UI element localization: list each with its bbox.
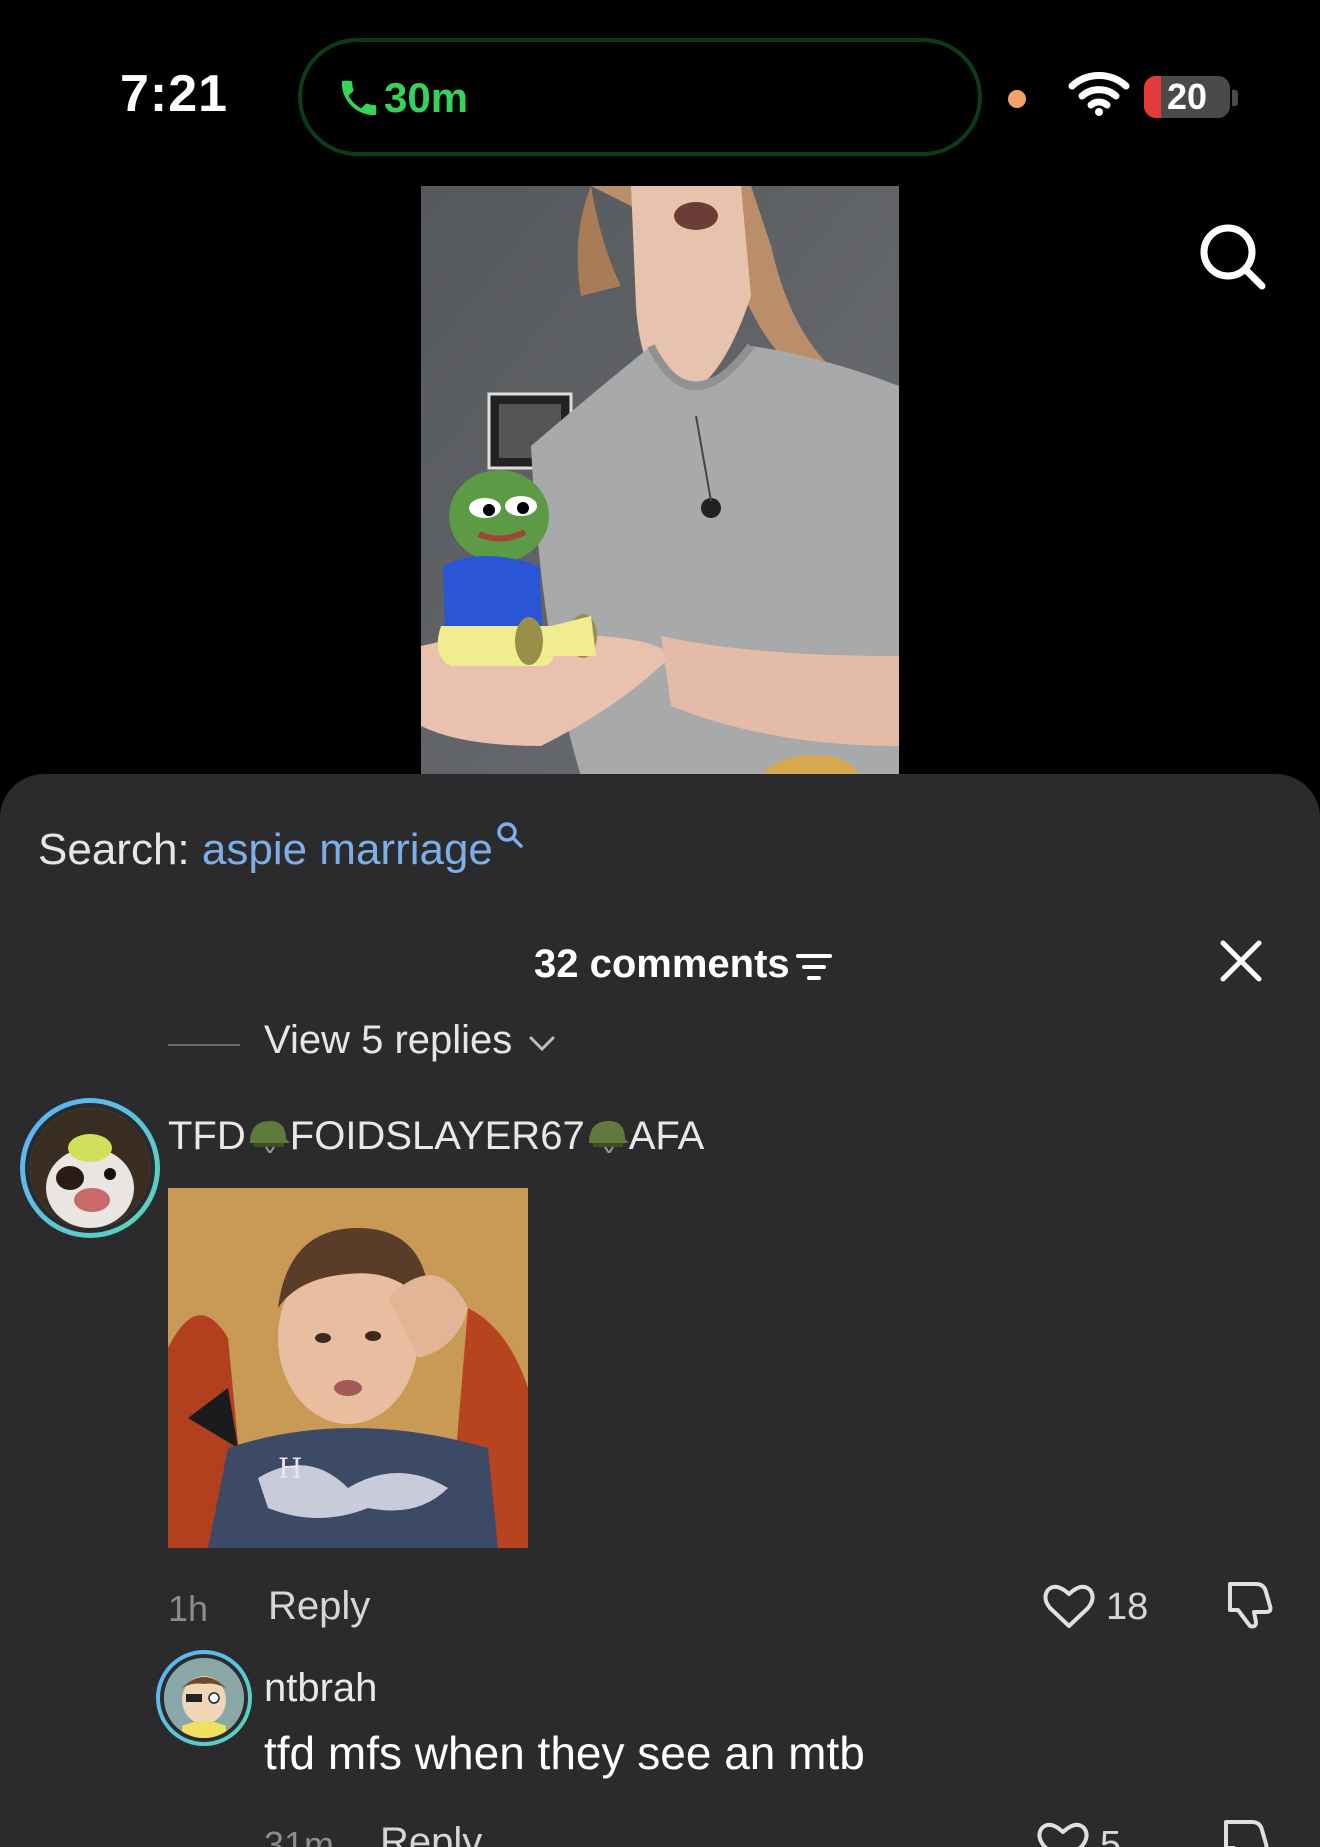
- helmet-emoji-icon: [249, 1121, 290, 1154]
- username-part: TFD: [168, 1114, 246, 1158]
- clock: 7:21: [120, 65, 229, 123]
- reply-button[interactable]: Reply: [268, 1584, 370, 1629]
- comment-username[interactable]: TFD FOIDSLAYER67 AFA: [168, 1114, 704, 1159]
- like-count: 5: [1100, 1824, 1122, 1847]
- video-frame: [421, 186, 899, 776]
- comment-actions: 1h Reply 18: [0, 1578, 1320, 1632]
- battery-cap: [1232, 90, 1238, 106]
- comment-actions: 31m Reply 5: [0, 1810, 1320, 1847]
- svg-text:H: H: [278, 1452, 302, 1485]
- helmet-emoji-icon: [588, 1121, 629, 1154]
- comment-gif[interactable]: H: [168, 1188, 528, 1548]
- active-call-pill[interactable]: 30m: [298, 38, 982, 156]
- related-search[interactable]: Search: aspie marriage: [38, 822, 525, 878]
- sort-icon[interactable]: [796, 950, 832, 984]
- avatar[interactable]: [156, 1650, 252, 1746]
- call-duration: 30m: [384, 74, 469, 121]
- avatar-image: [25, 1103, 155, 1233]
- username-part: AFA: [628, 1114, 705, 1158]
- battery-icon: 20: [1144, 76, 1230, 118]
- status-bar: 7:21 30m 20: [0, 0, 1320, 180]
- search-icon[interactable]: [1196, 220, 1268, 292]
- reply-button[interactable]: Reply: [380, 1820, 482, 1847]
- avatar[interactable]: [20, 1098, 160, 1238]
- comment-count: 32 comments: [534, 942, 790, 986]
- comments-header: 32 comments: [0, 938, 1320, 998]
- video-player[interactable]: [421, 186, 899, 776]
- view-replies-label: View 5 replies: [264, 1018, 513, 1062]
- close-icon[interactable]: [1218, 938, 1264, 984]
- comments-sheet: Search: aspie marriage 32 comments View …: [0, 774, 1320, 1847]
- phone-icon: [341, 80, 377, 116]
- chevron-down-icon: [529, 1036, 555, 1052]
- comment-time: 31m: [264, 1824, 335, 1847]
- thread-divider: [168, 1044, 240, 1046]
- battery-level: 20: [1166, 76, 1208, 117]
- heart-icon[interactable]: [1036, 1820, 1090, 1847]
- heart-icon[interactable]: [1042, 1582, 1096, 1630]
- comment-username[interactable]: ntbrah: [264, 1666, 377, 1711]
- recording-dot: [1008, 90, 1026, 108]
- avatar-image: [160, 1654, 248, 1742]
- like-count: 18: [1106, 1586, 1149, 1628]
- dislike-icon[interactable]: [1218, 1818, 1270, 1847]
- dislike-icon[interactable]: [1222, 1580, 1274, 1630]
- comment-text: tfd mfs when they see an mtb: [264, 1727, 865, 1779]
- search-term-link[interactable]: aspie marriage: [202, 825, 493, 874]
- comment-time: 1h: [168, 1588, 209, 1629]
- search-small-icon: [497, 822, 523, 848]
- username-part: FOIDSLAYER67: [289, 1114, 585, 1158]
- search-prefix: Search:: [38, 825, 202, 874]
- wifi-icon: [1068, 72, 1130, 116]
